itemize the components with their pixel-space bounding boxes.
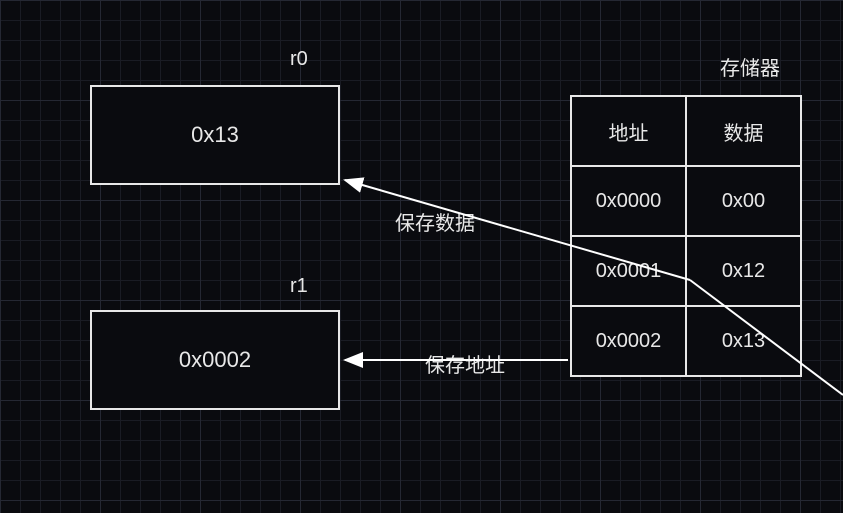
memory-row: 0x0002 0x13: [571, 306, 801, 376]
register-r1-box: 0x0002: [90, 310, 340, 410]
arrow-save-addr-label: 保存地址: [425, 349, 505, 378]
register-r1-value: 0x0002: [179, 347, 251, 373]
memory-addr-0: 0x0000: [571, 166, 686, 236]
memory-table: 地址 数据 0x0000 0x00 0x0001 0x12 0x0002 0x1…: [570, 95, 802, 377]
memory-row: 0x0000 0x00: [571, 166, 801, 236]
register-r1-label: r1: [290, 275, 308, 298]
memory-row: 0x0001 0x12: [571, 236, 801, 306]
memory-data-0: 0x00: [686, 166, 801, 236]
register-r0-label: r0: [290, 48, 308, 71]
memory-addr-1: 0x0001: [571, 236, 686, 306]
memory-header-row: 地址 数据: [571, 96, 801, 166]
diagram-root: r0 0x13 r1 0x0002 存储器 地址 数据 0x0000 0x00 …: [0, 0, 843, 513]
memory-title: 存储器: [720, 52, 780, 81]
arrow-save-data-label: 保存数据: [395, 207, 475, 236]
memory-data-2: 0x13: [686, 306, 801, 376]
memory-data-1: 0x12: [686, 236, 801, 306]
memory-header-data: 数据: [686, 96, 801, 166]
register-r0-value: 0x13: [191, 122, 239, 148]
memory-header-addr: 地址: [571, 96, 686, 166]
memory-addr-2: 0x0002: [571, 306, 686, 376]
register-r0-box: 0x13: [90, 85, 340, 185]
